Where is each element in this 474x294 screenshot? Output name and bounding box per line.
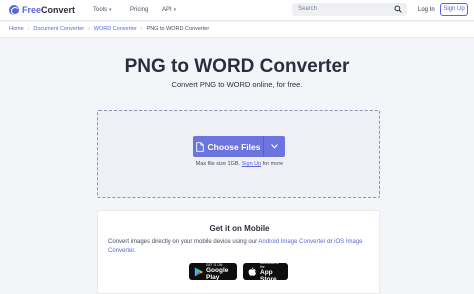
file-icon	[195, 141, 204, 152]
chevron-down-icon: ▾	[173, 7, 177, 13]
nav-tools[interactable]: Tools ▾	[93, 6, 112, 14]
chevron-right-icon: ›	[88, 26, 90, 32]
search-placeholder: Search	[298, 6, 318, 12]
chevron-down-icon: ▾	[109, 7, 112, 13]
breadcrumb-word-converter[interactable]: WORD Converter	[94, 26, 137, 33]
login-link[interactable]: Log In	[418, 6, 435, 14]
app-store-small-text: Download on the	[260, 260, 280, 269]
app-store-badge[interactable]: Download on the App Store	[243, 261, 288, 283]
upload-source-dropdown[interactable]	[264, 136, 285, 157]
signup-button[interactable]: Sign Up	[440, 3, 468, 16]
chevron-down-icon	[271, 144, 278, 149]
chevron-right-icon: ›	[140, 26, 143, 32]
logo-text: FreeConvert	[22, 5, 76, 15]
breadcrumb-current: PNG to WORD Converter	[146, 26, 210, 32]
nav-pricing-label: Pricing	[130, 7, 149, 13]
mobile-text-or: or	[327, 239, 333, 245]
nav-tools-label: Tools	[93, 7, 108, 13]
nav-api[interactable]: API ▾	[162, 6, 176, 14]
choose-files-label: Choose Files	[207, 141, 261, 152]
google-play-badge[interactable]: GET IT ON Google Play	[189, 263, 237, 281]
mobile-card-text: Convert images directly on your mobile d…	[108, 238, 373, 256]
signup-link[interactable]: Sign Up	[242, 161, 262, 167]
breadcrumb-bar: Home › Document Converter › WORD Convert…	[0, 22, 474, 38]
google-play-icon	[194, 267, 203, 276]
nav-pricing[interactable]: Pricing	[130, 6, 148, 14]
chevron-right-icon: ›	[27, 26, 30, 32]
breadcrumb-home[interactable]: Home	[9, 26, 24, 33]
logo-icon	[9, 5, 19, 15]
file-size-note-prefix: Max file size 1GB.	[195, 161, 241, 167]
choose-files-button[interactable]: Choose Files	[193, 136, 263, 157]
apple-icon	[248, 266, 256, 276]
freeconvert-logo[interactable]: FreeConvert	[9, 4, 75, 16]
nav-api-label: API	[162, 7, 172, 13]
file-size-note-suffix: for more	[262, 161, 284, 167]
search-icon[interactable]	[394, 5, 402, 13]
page-subtitle: Convert PNG to WORD online, for free.	[171, 80, 303, 89]
search-input[interactable]: Search	[292, 3, 407, 16]
choose-files-button-group: Choose Files	[193, 136, 285, 157]
page-title: PNG to WORD Converter	[124, 56, 350, 77]
file-dropzone[interactable]: Choose Files Max file size 1GB. Sign Up …	[97, 110, 380, 198]
google-play-big-text: Google Play	[206, 266, 229, 281]
google-play-texts: GET IT ON Google Play	[206, 263, 232, 281]
breadcrumb: Home › Document Converter › WORD Convert…	[9, 26, 209, 33]
mobile-text-end: .	[134, 248, 136, 254]
mobile-apps-card: Get it on Mobile Convert images directly…	[97, 210, 380, 294]
android-converter-link[interactable]: Android Image Converter	[258, 239, 325, 245]
file-size-note: Max file size 1GB. Sign Up for more	[98, 161, 381, 168]
app-store-big-text: App Store	[260, 268, 277, 283]
top-navbar: FreeConvert Tools ▾ Pricing API ▾ Search…	[0, 0, 474, 21]
app-store-texts: Download on the App Store	[260, 261, 283, 283]
mobile-text-prefix: Convert images directly on your mobile d…	[108, 239, 258, 245]
breadcrumb-document-converter[interactable]: Document Converter	[33, 26, 84, 33]
mobile-card-title: Get it on Mobile	[209, 224, 270, 233]
